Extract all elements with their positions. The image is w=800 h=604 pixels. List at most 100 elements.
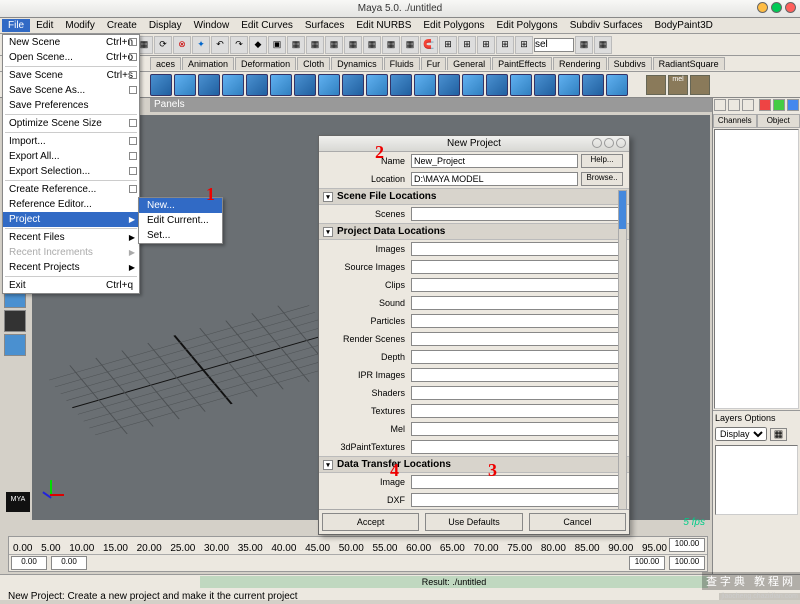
- dxf-input[interactable]: [411, 493, 623, 507]
- toolbox-icon[interactable]: [4, 334, 26, 356]
- toolbox-icon[interactable]: [4, 310, 26, 332]
- dialog-scrollbar[interactable]: [618, 190, 627, 510]
- tool-icon[interactable]: ⊞: [458, 36, 476, 54]
- tool-icon[interactable]: ▦: [306, 36, 324, 54]
- dialog-min-icon[interactable]: [592, 138, 602, 148]
- menu-import[interactable]: Import...: [3, 134, 139, 149]
- shelf-cube-icon[interactable]: [462, 74, 484, 96]
- sel-input[interactable]: [534, 38, 574, 52]
- tool-icon[interactable]: 🧲: [420, 36, 438, 54]
- shelf-cube-icon[interactable]: [510, 74, 532, 96]
- tool-icon[interactable]: ▣: [268, 36, 286, 54]
- tool-icon[interactable]: ⊞: [496, 36, 514, 54]
- name-input[interactable]: [411, 154, 578, 168]
- dialog-close-icon[interactable]: [616, 138, 626, 148]
- shelf-tab[interactable]: Subdivs: [608, 57, 652, 70]
- range-end2[interactable]: 100.00: [669, 556, 705, 570]
- shelf-tab[interactable]: General: [447, 57, 491, 70]
- shelf-cube-icon[interactable]: [582, 74, 604, 96]
- image-input[interactable]: [411, 475, 623, 489]
- menu-create[interactable]: Create: [101, 19, 143, 32]
- shelf-cube-icon[interactable]: [438, 74, 460, 96]
- range-end[interactable]: 100.00: [629, 556, 665, 570]
- accept-button[interactable]: Accept: [322, 513, 419, 531]
- tool-icon[interactable]: ▦: [575, 36, 593, 54]
- shelf-tab[interactable]: Dynamics: [331, 57, 383, 70]
- tool-icon[interactable]: ↶: [211, 36, 229, 54]
- menu-file[interactable]: File: [2, 19, 30, 32]
- shelf-cube-icon[interactable]: [222, 74, 244, 96]
- menu-save-prefs[interactable]: Save Preferences: [3, 98, 139, 113]
- images-input[interactable]: [411, 242, 623, 256]
- shelf-end-icon[interactable]: [690, 75, 710, 95]
- submenu-set[interactable]: Set...: [139, 228, 222, 243]
- menu-exit[interactable]: ExitCtrl+q: [3, 278, 139, 293]
- panels-header[interactable]: Panels: [150, 98, 800, 112]
- dialog-titlebar[interactable]: New Project: [319, 136, 629, 152]
- rpanel-icon[interactable]: [759, 99, 771, 111]
- display-select[interactable]: Display: [715, 427, 767, 441]
- shelf-tab[interactable]: Animation: [182, 57, 234, 70]
- menu-project[interactable]: Project▶: [3, 212, 139, 227]
- shelf-cube-icon[interactable]: [366, 74, 388, 96]
- tool-icon[interactable]: ⊗: [173, 36, 191, 54]
- collapse-icon[interactable]: ▾: [323, 227, 333, 237]
- menu-optimize[interactable]: Optimize Scene Size: [3, 116, 139, 131]
- timeline[interactable]: 0.005.0010.0015.0020.0025.0030.0035.0040…: [8, 536, 708, 572]
- section-data-transfer[interactable]: ▾Data Transfer Locations: [319, 456, 629, 473]
- shelf-cube-icon[interactable]: [150, 74, 172, 96]
- iprimages-input[interactable]: [411, 368, 623, 382]
- mel-input[interactable]: [411, 422, 623, 436]
- layers-header[interactable]: Layers Options: [713, 410, 800, 425]
- tool-icon[interactable]: ⊞: [515, 36, 533, 54]
- location-input[interactable]: [411, 172, 578, 186]
- scenes-input[interactable]: [411, 207, 623, 221]
- textures-input[interactable]: [411, 404, 623, 418]
- menu-surfaces[interactable]: Surfaces: [299, 19, 350, 32]
- shelf-cube-icon[interactable]: [270, 74, 292, 96]
- depth-input[interactable]: [411, 350, 623, 364]
- range-start2[interactable]: 0.00: [51, 556, 87, 570]
- use-defaults-button[interactable]: Use Defaults: [425, 513, 522, 531]
- tool-icon[interactable]: ▦: [363, 36, 381, 54]
- menu-create-ref[interactable]: Create Reference...: [3, 182, 139, 197]
- dialog-max-icon[interactable]: [604, 138, 614, 148]
- menu-modify[interactable]: Modify: [59, 19, 100, 32]
- tool-icon[interactable]: ▦: [401, 36, 419, 54]
- shelf-cube-icon[interactable]: [318, 74, 340, 96]
- menu-subdiv[interactable]: Subdiv Surfaces: [564, 19, 649, 32]
- shelf-cube-icon[interactable]: [174, 74, 196, 96]
- section-project-data[interactable]: ▾Project Data Locations: [319, 223, 629, 240]
- shelf-tab[interactable]: Deformation: [235, 57, 296, 70]
- close-icon[interactable]: [785, 2, 796, 13]
- menu-open-scene[interactable]: Open Scene...Ctrl+o: [3, 50, 139, 65]
- frame-end[interactable]: 100.00: [669, 538, 705, 552]
- menu-recent-files[interactable]: Recent Files▶: [3, 230, 139, 245]
- menu-recent-proj[interactable]: Recent Projects▶: [3, 260, 139, 275]
- tool-icon[interactable]: ◆: [249, 36, 267, 54]
- clips-input[interactable]: [411, 278, 623, 292]
- tool-icon[interactable]: ↷: [230, 36, 248, 54]
- particles-input[interactable]: [411, 314, 623, 328]
- collapse-icon[interactable]: ▾: [323, 460, 333, 470]
- menu-editnurbs[interactable]: Edit NURBS: [350, 19, 417, 32]
- tool-icon[interactable]: ⊞: [477, 36, 495, 54]
- layer-icon[interactable]: ▦: [770, 428, 787, 441]
- rpanel-icon[interactable]: [773, 99, 785, 111]
- collapse-icon[interactable]: ▾: [323, 192, 333, 202]
- tool-icon[interactable]: ▦: [325, 36, 343, 54]
- tool-icon[interactable]: ▦: [594, 36, 612, 54]
- shelf-end-icon[interactable]: [646, 75, 666, 95]
- shelf-cube-icon[interactable]: [534, 74, 556, 96]
- tool-icon[interactable]: ▦: [344, 36, 362, 54]
- shelf-cube-icon[interactable]: [558, 74, 580, 96]
- menu-editpolygons[interactable]: Edit Polygons: [417, 19, 490, 32]
- 3dpaint-input[interactable]: [411, 440, 623, 454]
- browse-button[interactable]: Browse..: [581, 172, 623, 186]
- tool-icon[interactable]: ✦: [192, 36, 210, 54]
- tab-channels[interactable]: Channels: [713, 114, 757, 128]
- menu-bodypaint[interactable]: BodyPaint3D: [649, 19, 719, 32]
- menu-ref-editor[interactable]: Reference Editor...: [3, 197, 139, 212]
- menu-display[interactable]: Display: [143, 19, 188, 32]
- section-scene-file[interactable]: ▾Scene File Locations: [319, 188, 629, 205]
